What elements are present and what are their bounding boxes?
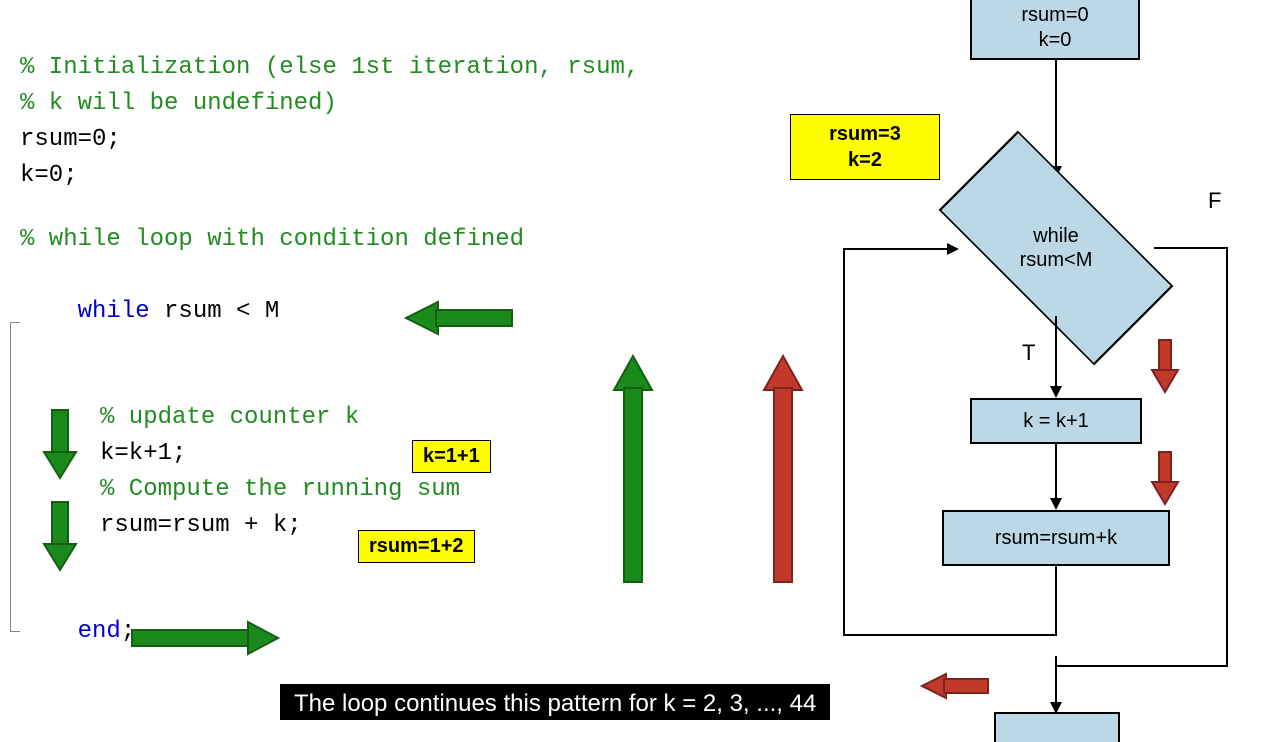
- true-label: T: [1022, 340, 1035, 366]
- end-keyword: end: [78, 618, 121, 645]
- video-caption: The loop continues this pattern for k = …: [280, 684, 830, 720]
- comment-line: % k will be undefined): [20, 86, 760, 122]
- comment-line: % while loop with condition defined: [20, 222, 760, 258]
- comment-line: % Initialization (else 1st iteration, rs…: [20, 50, 760, 86]
- flow-connector: [1050, 60, 1062, 180]
- left-arrow-icon: [404, 300, 514, 336]
- while-keyword: while: [78, 298, 150, 325]
- down-arrow-icon: [42, 500, 78, 572]
- flow-connector: [843, 242, 961, 256]
- flowchart: rsum=0 k=0 while rsum<M T F k = k+1 rsum…: [770, 0, 1250, 720]
- flow-step1-box: k = k+1: [970, 398, 1142, 444]
- code-fold-bracket: [10, 322, 20, 632]
- flow-decision: while rsum<M: [956, 178, 1156, 318]
- flow-step2-box: rsum=rsum+k: [942, 510, 1170, 566]
- code-line: rsum=0;: [20, 122, 760, 158]
- flow-init-box: rsum=0 k=0: [970, 0, 1140, 60]
- flow-connector: [1050, 316, 1062, 400]
- flow-connector: [1050, 444, 1062, 512]
- rsum-calc-highlight: rsum=1+2: [358, 530, 475, 563]
- while-line: while rsum < M: [20, 258, 760, 366]
- flow-next-box: [994, 712, 1120, 742]
- up-arrow-icon: [610, 354, 656, 584]
- down-arrow-icon: [42, 408, 78, 480]
- false-label: F: [1208, 188, 1221, 214]
- k-calc-highlight: k=1+1: [412, 440, 491, 473]
- right-arrow-icon: [130, 620, 280, 656]
- code-line: k=0;: [20, 158, 760, 194]
